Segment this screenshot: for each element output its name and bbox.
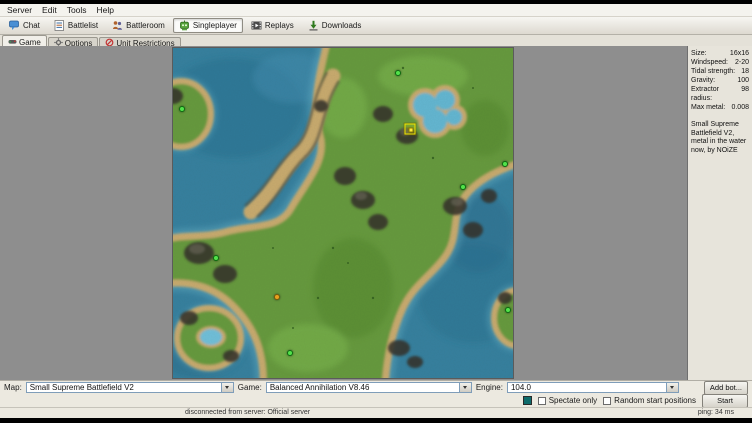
stat-value: 18	[741, 67, 749, 76]
game-select-value: Balanced Annihilation V8.46	[270, 383, 370, 392]
map-label: Map:	[4, 383, 22, 392]
stat-value: 98	[741, 85, 749, 103]
tab-battleroom-label: Battleroom	[126, 21, 165, 30]
stat-windspeed: Windspeed: 2-20	[691, 58, 749, 67]
battlelist-icon	[54, 20, 65, 31]
stat-label: Size:	[691, 49, 707, 58]
map-marker-start[interactable]	[502, 161, 508, 167]
menu-bar: Server Edit Tools Help	[0, 4, 752, 17]
stat-value: 16x16	[730, 49, 749, 58]
tab-replays-label: Replays	[265, 21, 294, 30]
map-info-panel: Size: 16x16 Windspeed: 2-20 Tidal streng…	[687, 46, 752, 380]
tab-downloads[interactable]: Downloads	[302, 18, 368, 33]
stat-label: Extractor radius:	[691, 85, 741, 103]
ping-status: ping: 34 ms	[698, 409, 734, 416]
selection-bar: Map: Small Supreme Battlefield V2 Game: …	[0, 380, 752, 394]
replays-icon	[251, 20, 262, 31]
tab-replays[interactable]: Replays	[245, 18, 300, 33]
game-select[interactable]: Balanced Annihilation V8.46	[266, 382, 472, 393]
stat-label: Windspeed:	[691, 58, 728, 67]
stat-label: Tidal strength:	[691, 67, 735, 76]
game-select-arrow-icon[interactable]	[459, 383, 471, 392]
chat-icon	[9, 20, 20, 31]
singleplayer-icon	[179, 20, 190, 31]
engine-select-arrow-icon[interactable]	[666, 383, 678, 392]
map-marker-start[interactable]	[213, 255, 219, 261]
stat-label: Gravity:	[691, 76, 715, 85]
player-color-swatch[interactable]	[523, 396, 532, 405]
stat-value: 100	[737, 76, 749, 85]
tab-downloads-label: Downloads	[322, 21, 362, 30]
map-marker-start[interactable]	[460, 184, 466, 190]
map-markers	[173, 48, 513, 378]
spectate-only-label: Spectate only	[549, 396, 597, 405]
spectate-only-option[interactable]: Spectate only	[538, 396, 597, 405]
stat-max-metal: Max metal: 0.008	[691, 103, 749, 112]
map-marker-start[interactable]	[505, 307, 511, 313]
menu-edit[interactable]: Edit	[37, 5, 62, 15]
stat-tidal-strength: Tidal strength: 18	[691, 67, 749, 76]
tab-battlelist[interactable]: Battlelist	[48, 18, 104, 33]
stat-value: 2-20	[735, 58, 749, 67]
stat-gravity: Gravity: 100	[691, 76, 749, 85]
app-frame: Server Edit Tools Help Chat Battlelist	[0, 4, 752, 417]
map-select-value: Small Supreme Battlefield V2	[30, 383, 134, 392]
options-bar: Spectate only Random start positions Sta…	[0, 394, 752, 407]
tab-chat-label: Chat	[23, 21, 40, 30]
spectate-only-checkbox[interactable]	[538, 397, 546, 405]
map-marker-start[interactable]	[179, 106, 185, 112]
engine-select[interactable]: 104.0	[507, 382, 679, 393]
stat-size: Size: 16x16	[691, 49, 749, 58]
map-marker-bot[interactable]	[274, 294, 280, 300]
map-preview[interactable]	[173, 48, 513, 378]
map-marker-start[interactable]	[395, 70, 401, 76]
downloads-icon	[308, 20, 319, 31]
add-bot-button[interactable]: Add bot...	[704, 381, 748, 395]
map-marker-start[interactable]	[287, 350, 293, 356]
map-description: Small Supreme Battlefield V2, metal in t…	[691, 121, 749, 155]
menu-server[interactable]: Server	[2, 5, 37, 15]
tab-chat[interactable]: Chat	[3, 18, 46, 33]
tab-battleroom[interactable]: Battleroom	[106, 18, 171, 33]
map-select-arrow-icon[interactable]	[221, 383, 233, 392]
lobby-window: Server Edit Tools Help Chat Battlelist	[0, 0, 752, 423]
stat-label: Max metal:	[691, 103, 725, 112]
toolbar: Chat Battlelist Battleroom Singleplayer	[0, 17, 752, 35]
tab-singleplayer[interactable]: Singleplayer	[173, 18, 243, 33]
engine-label: Engine:	[476, 383, 503, 392]
map-marker-selected[interactable]	[404, 124, 415, 135]
status-bar: disconnected from server: Official serve…	[0, 407, 752, 418]
stat-extractor-radius: Extractor radius: 98	[691, 85, 749, 103]
start-button[interactable]: Start	[702, 394, 748, 408]
menu-help[interactable]: Help	[92, 5, 119, 15]
battleroom-icon	[112, 20, 123, 31]
engine-select-value: 104.0	[511, 383, 531, 392]
connection-status: disconnected from server: Official serve…	[185, 409, 310, 416]
map-select[interactable]: Small Supreme Battlefield V2	[26, 382, 234, 393]
game-label: Game:	[238, 383, 262, 392]
tab-battlelist-label: Battlelist	[68, 21, 98, 30]
random-start-option[interactable]: Random start positions	[603, 396, 696, 405]
random-start-label: Random start positions	[614, 396, 696, 405]
stat-value: 0.008	[731, 103, 749, 112]
map-area	[0, 46, 687, 380]
random-start-checkbox[interactable]	[603, 397, 611, 405]
tab-singleplayer-label: Singleplayer	[193, 21, 237, 30]
menu-tools[interactable]: Tools	[62, 5, 92, 15]
